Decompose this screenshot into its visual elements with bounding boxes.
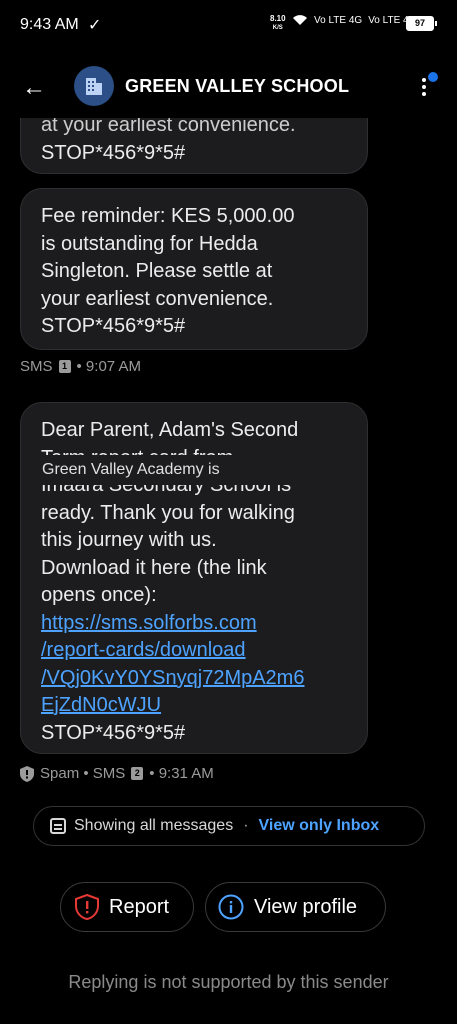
filter-separator: · — [243, 817, 249, 834]
meta-time: • 9:31 AM — [149, 765, 214, 782]
message-line: your earliest convenience. — [41, 287, 274, 310]
meta-label: SMS — [20, 358, 53, 375]
message-line: STOP*456*9*5# — [41, 721, 186, 744]
sender-avatar[interactable] — [74, 66, 114, 106]
meta-label: Spam • SMS — [40, 765, 126, 782]
reply-not-supported-notice: Replying is not supported by this sender — [68, 972, 389, 992]
sim-icon: 1 — [58, 360, 71, 373]
sender-title: GREEN VALLEY SCHOOL — [125, 76, 350, 96]
report-button[interactable]: Report — [60, 882, 194, 932]
message-line: this journey with us. — [41, 529, 217, 551]
message-filter-bar: Showing all messages · View only Inbox — [33, 806, 425, 846]
message-line: Fee reminder: KES 5,000.00 — [41, 205, 295, 227]
message-line: Dear Parent, Adam's Second — [41, 419, 299, 441]
meta-time: • 9:07 AM — [76, 358, 141, 375]
message-line: Singleton. Please settle at — [41, 260, 273, 282]
view-only-inbox-link[interactable]: View only Inbox — [259, 817, 380, 835]
network-1: Vo LTE 4G — [314, 14, 363, 26]
report-card-link[interactable]: EjZdN0cWJU — [41, 692, 347, 720]
sim-icon: 2 — [131, 767, 144, 780]
notification-dot — [428, 72, 438, 82]
report-card-link[interactable]: https://sms.solforbs.com — [41, 610, 347, 638]
status-bar: 9:43 AM ✓ 8.10 K/S Vo LTE 4G Vo LTE 4G 97 — [0, 0, 457, 50]
message-line: is outstanding for Hedda — [41, 232, 258, 255]
report-shield-icon — [75, 894, 99, 920]
building-icon — [86, 78, 102, 95]
message-meta: Spam • SMS 2 • 9:31 AM — [20, 765, 214, 782]
shield-icon — [20, 765, 34, 782]
showing-all-label: Showing all messages — [74, 817, 234, 834]
view-profile-button[interactable]: View profile — [205, 882, 386, 932]
report-label: Report — [109, 895, 170, 918]
message-meta: SMS 1 • 9:07 AM — [20, 358, 141, 375]
message-line: opens once): — [41, 584, 157, 606]
report-card-link[interactable]: /VQj0KvY0YSnyqj72MpA2m6 — [41, 665, 347, 693]
status-icons: Vo LTE 4G Vo LTE 4G — [292, 14, 416, 26]
view-profile-label: View profile — [254, 895, 358, 918]
network-speed: 8.10 K/S — [270, 14, 286, 32]
info-icon — [218, 894, 244, 920]
sender-tooltip: Green Valley Academy is — [30, 455, 348, 485]
battery-icon: 97 — [406, 16, 437, 31]
message-line: ready. Thank you for walking — [41, 501, 295, 524]
message-bubble[interactable]: Fee reminder: KES 5,000.00 is outstandin… — [20, 188, 368, 350]
report-card-link[interactable]: /report-cards/download — [41, 637, 347, 665]
download-done-icon: ✓ — [88, 17, 102, 34]
wifi-icon — [293, 15, 307, 25]
back-arrow-icon[interactable]: ← — [22, 74, 46, 102]
message-line: STOP*456*9*5# — [41, 315, 186, 337]
status-time: 9:43 AM — [20, 16, 79, 33]
message-line: Download it here (the link — [41, 556, 267, 579]
message-line: STOP*456*9*5# — [41, 141, 186, 164]
conversation-header-overlay: ← GREEN VALLEY SCHOOL — [0, 58, 457, 114]
inbox-filter-icon — [50, 818, 66, 834]
